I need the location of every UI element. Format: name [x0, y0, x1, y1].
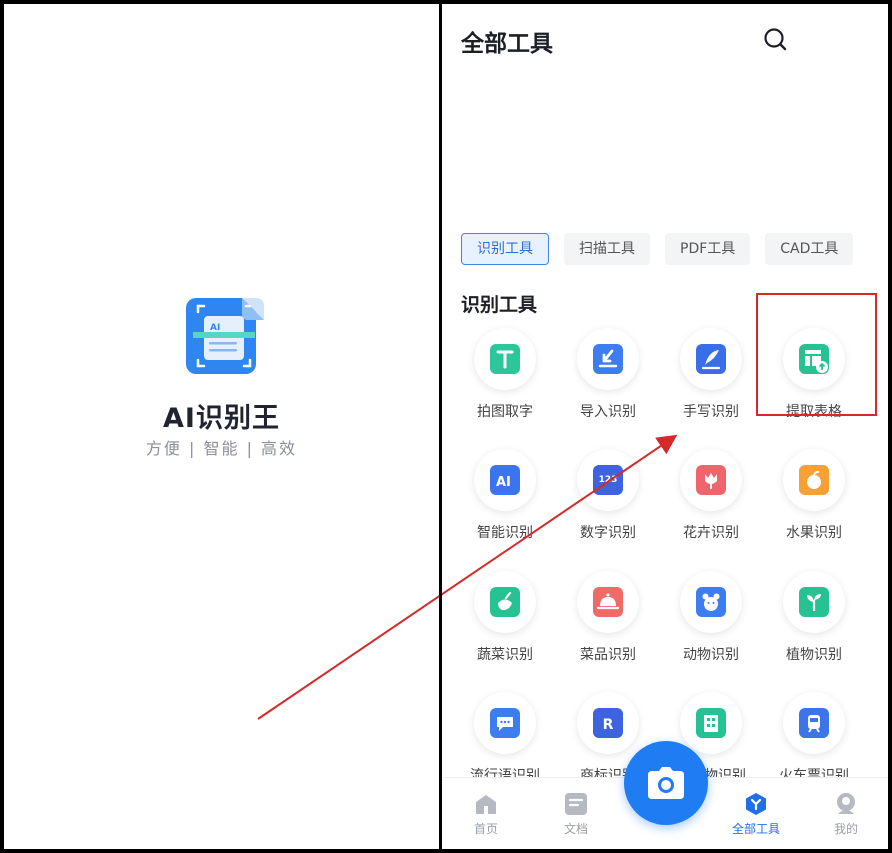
home-icon	[476, 795, 496, 814]
tool-label: 动物识别	[683, 647, 739, 663]
tool-flower[interactable]: 花卉识别	[659, 447, 763, 557]
building-icon	[696, 708, 726, 738]
tool-photo-text[interactable]: 拍图取字	[453, 326, 557, 436]
flower-icon	[696, 465, 726, 495]
tools-icon	[746, 793, 766, 815]
photo-text-icon	[490, 344, 520, 374]
plant-icon	[799, 587, 829, 617]
category-tabs: 识别工具 扫描工具 PDF工具 CAD工具	[461, 233, 854, 265]
document-icon	[565, 793, 587, 815]
svg-text:R: R	[603, 717, 614, 733]
tool-fruit[interactable]: 水果识别	[762, 447, 866, 557]
camera-button[interactable]	[624, 741, 708, 825]
page-title: 全部工具	[461, 31, 553, 57]
tool-label: 菜品识别	[580, 647, 636, 663]
search-icon[interactable]	[762, 26, 790, 54]
tool-label: 手写识别	[683, 404, 739, 420]
tool-label: 水果识别	[786, 525, 842, 541]
tool-animal[interactable]: 动物识别	[659, 569, 763, 679]
tab-scan[interactable]: 扫描工具	[564, 233, 650, 265]
table-extract-icon	[799, 344, 829, 374]
app-logo: AI	[186, 298, 264, 374]
profile-icon	[837, 793, 855, 814]
tool-label: 导入识别	[580, 404, 636, 420]
app-tagline: 方便 | 智能 | 高效	[145, 439, 298, 458]
nav-mine[interactable]: 我的	[816, 792, 876, 837]
tool-label: 智能识别	[477, 525, 533, 541]
nav-mine-label: 我的	[833, 822, 858, 836]
svg-text:123: 123	[599, 475, 618, 485]
tool-import[interactable]: 导入识别	[556, 326, 660, 436]
trademark-icon: R	[593, 708, 623, 738]
camera-icon	[648, 767, 684, 799]
tool-dish[interactable]: 菜品识别	[556, 569, 660, 679]
app-name: AI识别王	[163, 403, 280, 434]
nav-docs[interactable]: 文档	[546, 792, 606, 837]
tab-cad[interactable]: CAD工具	[765, 233, 854, 265]
dish-icon	[593, 587, 623, 617]
svg-text:AI: AI	[496, 475, 511, 490]
tool-plant[interactable]: 植物识别	[762, 569, 866, 679]
tool-vegetable[interactable]: 蔬菜识别	[453, 569, 557, 679]
slang-icon	[490, 708, 520, 738]
nav-docs-label: 文档	[563, 822, 588, 836]
all-tools-screen: 全部工具 识别工具 扫描工具 PDF工具 CAD工具 识别工具 拍图取字 导入识…	[442, 4, 888, 849]
import-icon	[593, 344, 623, 374]
nav-all-tools[interactable]: 全部工具	[726, 792, 786, 837]
nav-home-label: 首页	[473, 822, 498, 836]
tool-ai[interactable]: AI 智能识别	[453, 447, 557, 557]
animal-icon	[696, 587, 726, 617]
tab-recognition[interactable]: 识别工具	[461, 233, 549, 265]
tool-label: 蔬菜识别	[477, 647, 533, 663]
nav-home[interactable]: 首页	[456, 792, 516, 837]
tool-label: 拍图取字	[477, 404, 533, 420]
logo-ai-text: AI	[210, 323, 220, 333]
nav-all-tools-label: 全部工具	[731, 822, 780, 836]
train-ticket-icon	[799, 708, 829, 738]
tool-number[interactable]: 123 数字识别	[556, 447, 660, 557]
tool-label: 提取表格	[786, 404, 842, 420]
fruit-icon	[799, 465, 829, 495]
vegetable-icon	[490, 587, 520, 617]
section-title: 识别工具	[461, 294, 538, 316]
handwrite-icon	[696, 344, 726, 374]
ai-icon: AI	[490, 465, 520, 495]
tool-handwrite[interactable]: 手写识别	[659, 326, 763, 436]
screen-divider	[439, 0, 442, 853]
tool-table-extract[interactable]: 提取表格	[762, 326, 866, 436]
tool-label: 植物识别	[786, 647, 842, 663]
tool-label: 数字识别	[580, 525, 636, 541]
tool-label: 花卉识别	[683, 525, 739, 541]
number-icon: 123	[593, 465, 623, 495]
splash-screen: AI AI识别王 方便 | 智能 | 高效	[4, 4, 439, 849]
tab-pdf[interactable]: PDF工具	[665, 233, 751, 265]
